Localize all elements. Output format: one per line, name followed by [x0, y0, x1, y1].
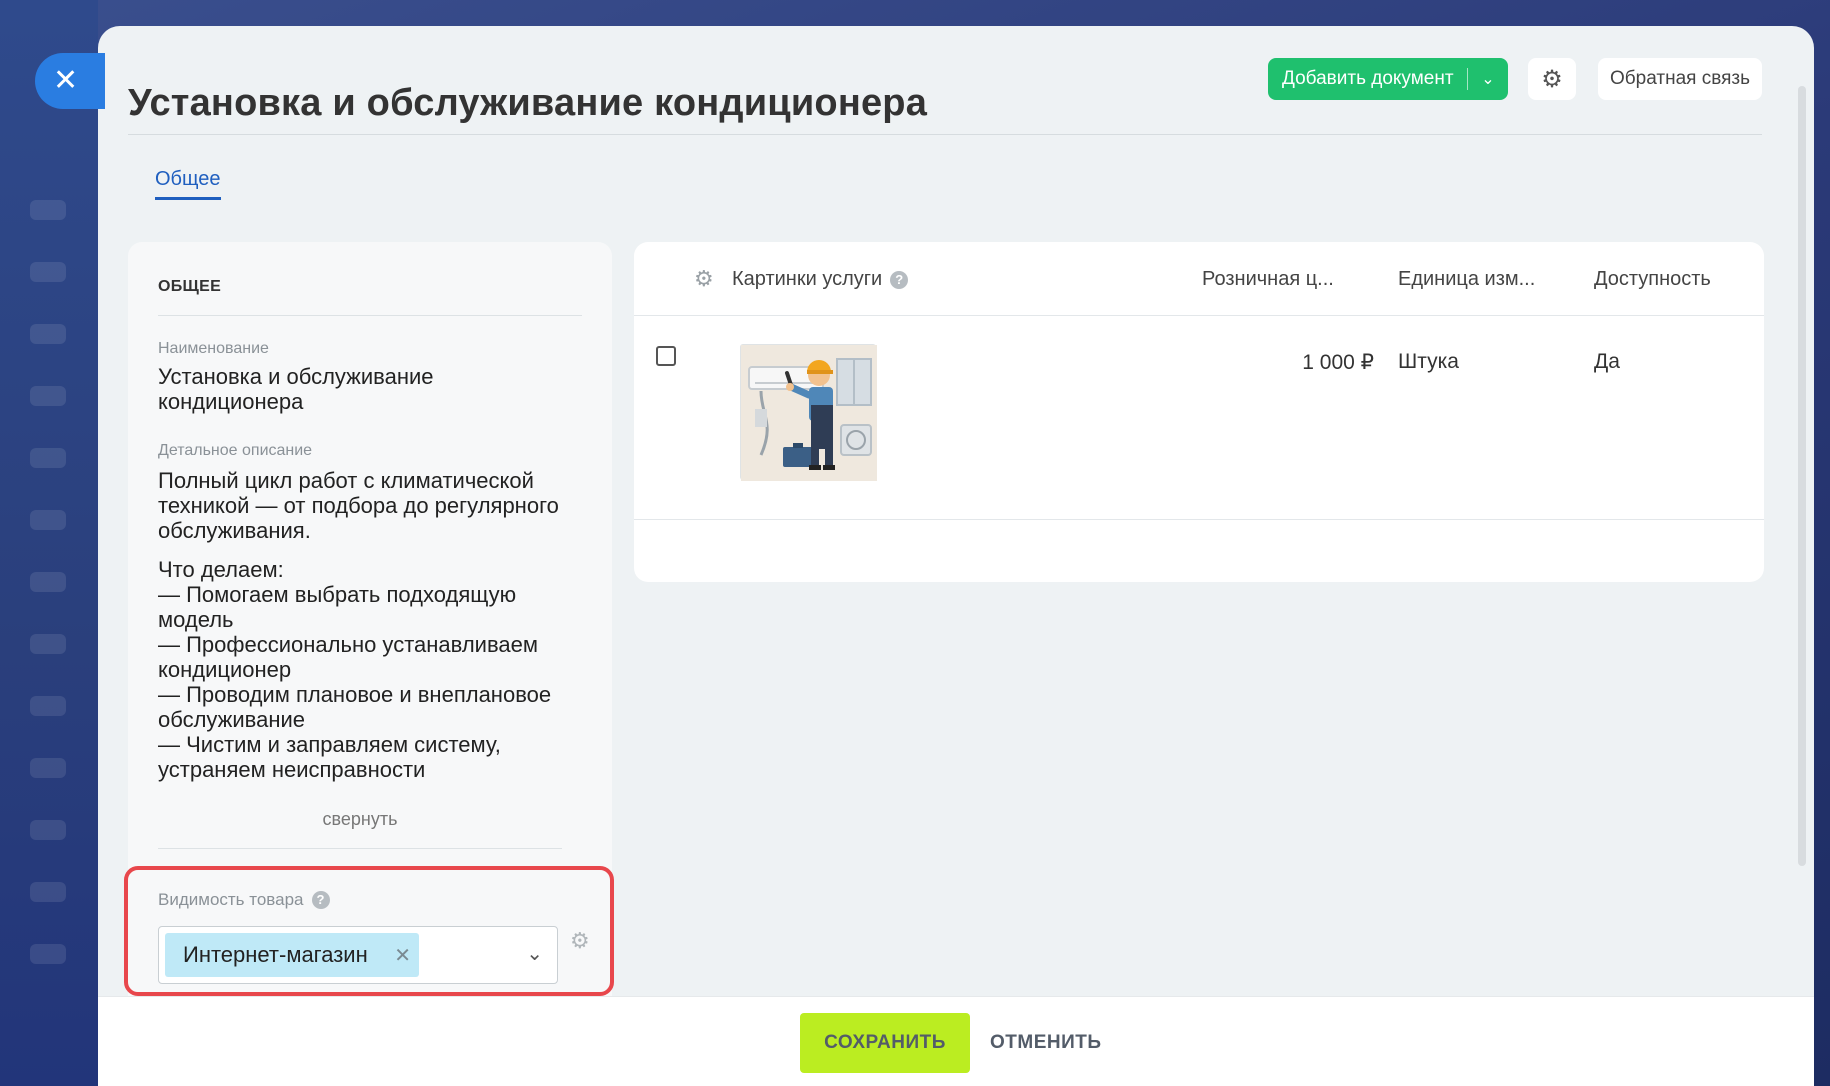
- save-button[interactable]: СОХРАНИТЬ: [800, 1013, 970, 1073]
- cancel-button[interactable]: ОТМЕНИТЬ: [990, 1013, 1102, 1073]
- feedback-button[interactable]: Обратная связь: [1598, 58, 1762, 100]
- variations-grid: ⚙ Картинки услуги ? Розничная ц... Едини…: [634, 242, 1764, 582]
- sidebar-blur-item: [30, 882, 66, 902]
- sidebar-blur-item: [30, 262, 66, 282]
- help-icon[interactable]: ?: [311, 891, 330, 909]
- column-settings-gear-icon[interactable]: ⚙: [694, 266, 714, 292]
- add-document-button[interactable]: Добавить документ ⌄: [1268, 58, 1508, 100]
- help-icon[interactable]: ?: [890, 270, 909, 289]
- column-header-availability[interactable]: Доступность: [1594, 268, 1711, 291]
- name-label: Наименование: [158, 340, 269, 357]
- visibility-label: Видимость товара ?: [158, 890, 330, 910]
- chevron-down-icon[interactable]: ⌄: [526, 941, 543, 966]
- page-title: Установка и обслуживание кондиционера: [128, 82, 928, 124]
- field-settings-gear-icon[interactable]: ⚙: [570, 928, 590, 954]
- description-item: — Профессионально устанавливаем кондицио…: [158, 632, 538, 682]
- service-image-thumbnail[interactable]: [740, 344, 877, 481]
- scrollbar[interactable]: [1798, 86, 1806, 866]
- visibility-tag: Интернет-магазин ✕: [165, 933, 419, 977]
- availability-cell[interactable]: Да: [1594, 350, 1620, 374]
- sidebar-blur-item: [30, 510, 66, 530]
- portal-sidebar: [0, 0, 98, 1086]
- description-list-title: Что делаем:: [158, 557, 284, 582]
- description-label: Детальное описание: [158, 442, 313, 459]
- close-icon: ✕: [53, 64, 79, 97]
- tab-general[interactable]: Общее: [155, 168, 221, 200]
- column-header-unit[interactable]: Единица изм...: [1398, 268, 1535, 291]
- technician-illustration: [741, 345, 877, 481]
- gear-icon: ⚙: [1541, 65, 1563, 93]
- table-row: 1 000 ₽ Штука Да: [634, 316, 1764, 520]
- column-header-images[interactable]: Картинки услуги ?: [732, 268, 909, 291]
- remove-tag-icon[interactable]: ✕: [394, 943, 411, 968]
- sidebar-blur-item: [30, 758, 66, 778]
- collapse-link[interactable]: свернуть: [128, 809, 592, 830]
- details-card: ОБЩЕЕ Наименование Установка и обслужива…: [128, 242, 612, 1086]
- description-intro: Полный цикл работ с климатической техник…: [158, 468, 559, 543]
- add-document-label: Добавить документ: [1282, 68, 1454, 89]
- sidebar-blur-item: [30, 696, 66, 716]
- description-item: — Проводим плановое и внеплановое обслуж…: [158, 682, 552, 732]
- sidebar-blur-item: [30, 386, 66, 406]
- sidebar-blur-item: [30, 820, 66, 840]
- settings-button[interactable]: ⚙: [1528, 58, 1576, 100]
- section-title: ОБЩЕЕ: [158, 278, 222, 295]
- sidebar-blur-item: [30, 634, 66, 654]
- footer-bar: СОХРАНИТЬ ОТМЕНИТЬ: [98, 996, 1814, 1086]
- visibility-select[interactable]: Интернет-магазин ✕ ⌄: [158, 926, 558, 984]
- column-header-price[interactable]: Розничная ц...: [1202, 268, 1334, 291]
- chevron-down-icon[interactable]: ⌄: [1468, 69, 1508, 89]
- close-slider-button[interactable]: ✕: [35, 53, 105, 109]
- sidebar-blur-item: [30, 572, 66, 592]
- sidebar-blur-item: [30, 200, 66, 220]
- sidebar-blur-item: [30, 448, 66, 468]
- sidebar-blur-item: [30, 324, 66, 344]
- row-checkbox[interactable]: [656, 346, 676, 366]
- description-item: — Помогаем выбрать подходящую модель: [158, 582, 517, 632]
- name-value[interactable]: Установка и обслуживание кондиционера: [158, 364, 578, 414]
- sidebar-blur-item: [30, 944, 66, 964]
- description-item: — Чистим и заправляем систему, устраняем…: [158, 732, 501, 782]
- grid-header: ⚙ Картинки услуги ? Розничная ц... Едини…: [634, 242, 1764, 316]
- product-slider-panel: Установка и обслуживание кондиционера До…: [98, 26, 1814, 1086]
- description-value[interactable]: Полный цикл работ с климатической техник…: [158, 468, 578, 782]
- unit-cell[interactable]: Штука: [1398, 350, 1459, 374]
- price-cell[interactable]: 1 000 ₽: [1224, 350, 1374, 375]
